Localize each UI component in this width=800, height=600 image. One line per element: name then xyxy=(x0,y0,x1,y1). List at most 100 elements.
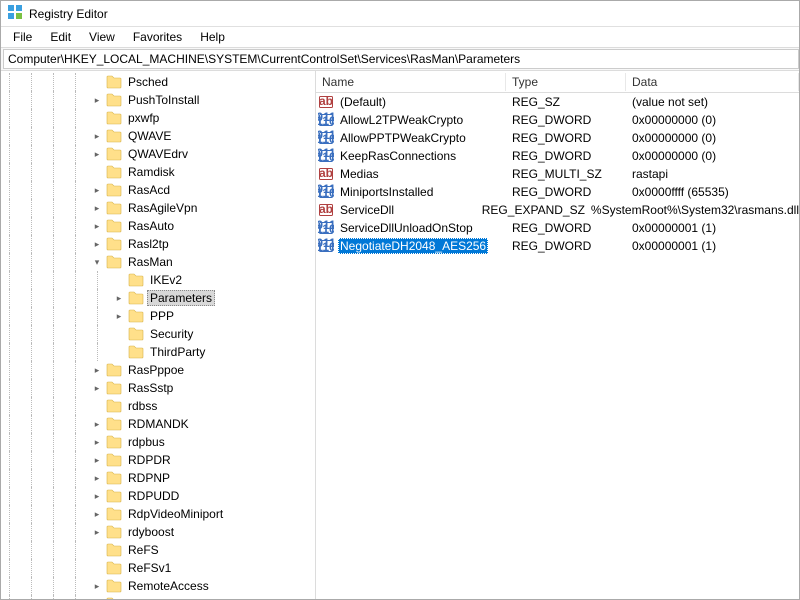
tree-node-label: Ramdisk xyxy=(125,164,178,180)
window-title: Registry Editor xyxy=(29,7,108,21)
folder-icon xyxy=(106,579,122,593)
tree-node[interactable]: ReFSv1 xyxy=(3,559,315,577)
tree-node-label: RasSstp xyxy=(125,380,176,396)
tree-node[interactable]: ▸PPP xyxy=(3,307,315,325)
folder-icon xyxy=(106,93,122,107)
tree-node[interactable]: ▸rdpbus xyxy=(3,433,315,451)
expand-icon[interactable]: ▸ xyxy=(91,131,103,142)
tree-pane[interactable]: Psched▸PushToInstallpxwfp▸QWAVE▸QWAVEdrv… xyxy=(1,71,316,599)
menu-view[interactable]: View xyxy=(81,28,123,46)
expand-icon[interactable]: ▸ xyxy=(91,419,103,430)
value-name: MiniportsInstalled xyxy=(338,184,435,200)
tree-node[interactable]: rdbss xyxy=(3,397,315,415)
value-row[interactable]: abServiceDllREG_EXPAND_SZ%SystemRoot%\Sy… xyxy=(316,201,799,219)
tree-node[interactable]: Ramdisk xyxy=(3,163,315,181)
value-row[interactable]: 011110AllowL2TPWeakCryptoREG_DWORD0x0000… xyxy=(316,111,799,129)
col-header-name[interactable]: Name xyxy=(316,73,506,91)
value-type: REG_MULTI_SZ xyxy=(506,167,626,181)
expand-icon[interactable]: ▸ xyxy=(91,185,103,196)
tree-node[interactable]: ▸ RasAuto xyxy=(3,217,315,235)
string-value-icon: ab xyxy=(318,202,334,218)
svg-text:110: 110 xyxy=(318,240,334,254)
value-row[interactable]: 011110ServiceDllUnloadOnStopREG_DWORD0x0… xyxy=(316,219,799,237)
tree-node[interactable]: Security xyxy=(3,325,315,343)
expand-icon[interactable]: ▸ xyxy=(91,527,103,538)
value-row[interactable]: 011110KeepRasConnectionsREG_DWORD0x00000… xyxy=(316,147,799,165)
tree-node-label: RasAuto xyxy=(125,218,177,234)
expand-icon[interactable]: ▸ xyxy=(91,383,103,394)
value-row[interactable]: 011110MiniportsInstalledREG_DWORD0x0000f… xyxy=(316,183,799,201)
tree-node[interactable]: ▸RDMANDK xyxy=(3,415,315,433)
address-input[interactable] xyxy=(3,49,799,69)
folder-icon xyxy=(106,111,122,125)
folder-icon xyxy=(106,129,122,143)
value-row[interactable]: abMediasREG_MULTI_SZrastapi xyxy=(316,165,799,183)
expand-icon[interactable]: ▸ xyxy=(91,581,103,592)
folder-icon xyxy=(106,435,122,449)
tree-node[interactable]: ▸ RDPUDD xyxy=(3,487,315,505)
tree-node[interactable]: Psched xyxy=(3,73,315,91)
tree-node-label: rdbss xyxy=(125,398,160,414)
folder-icon xyxy=(106,399,122,413)
value-type: REG_SZ xyxy=(506,95,626,109)
tree-node[interactable]: ThirdParty xyxy=(3,343,315,361)
col-header-type[interactable]: Type xyxy=(506,73,626,91)
menu-help[interactable]: Help xyxy=(192,28,233,46)
tree-node[interactable]: ▸Rasl2tp xyxy=(3,235,315,253)
tree-node[interactable]: pxwfp xyxy=(3,109,315,127)
menu-favorites[interactable]: Favorites xyxy=(125,28,190,46)
menu-file[interactable]: File xyxy=(5,28,40,46)
tree-node[interactable]: ▸RasAcd xyxy=(3,181,315,199)
expand-icon[interactable]: ▸ xyxy=(91,221,103,232)
tree-node[interactable]: ▸RDPDR xyxy=(3,451,315,469)
svg-text:110: 110 xyxy=(318,186,334,200)
expand-icon[interactable]: ▸ xyxy=(91,473,103,484)
tree-node[interactable]: ▸ PushToInstall xyxy=(3,91,315,109)
tree-node[interactable]: ReFS xyxy=(3,541,315,559)
expand-icon[interactable]: ▾ xyxy=(91,257,103,268)
folder-icon xyxy=(106,255,122,269)
tree-node[interactable]: ▸Parameters xyxy=(3,289,315,307)
expand-icon[interactable]: ▸ xyxy=(91,491,103,502)
expand-icon[interactable]: ▸ xyxy=(113,311,125,322)
folder-icon xyxy=(128,345,144,359)
tree-node[interactable]: ▸RemoteAccess xyxy=(3,577,315,595)
menu-edit[interactable]: Edit xyxy=(42,28,79,46)
svg-text:110: 110 xyxy=(318,150,334,164)
tree-node[interactable]: ▸RemoteRegistry xyxy=(3,595,315,599)
expand-icon[interactable]: ▸ xyxy=(91,365,103,376)
tree-node-label: PushToInstall xyxy=(125,92,202,108)
tree-node[interactable]: ▸rdyboost xyxy=(3,523,315,541)
expand-icon[interactable]: ▸ xyxy=(91,437,103,448)
tree-node-label: RDPUDD xyxy=(125,488,182,504)
expand-icon[interactable]: ▸ xyxy=(91,239,103,250)
expand-icon[interactable]: ▸ xyxy=(113,293,125,304)
col-header-data[interactable]: Data xyxy=(626,73,799,91)
tree-node[interactable]: ▸ QWAVEdrv xyxy=(3,145,315,163)
expand-icon[interactable]: ▸ xyxy=(91,509,103,520)
list-pane[interactable]: Name Type Data ab(Default)REG_SZ(value n… xyxy=(316,71,799,599)
value-type: REG_DWORD xyxy=(506,113,626,127)
value-row[interactable]: 011110AllowPPTPWeakCryptoREG_DWORD0x0000… xyxy=(316,129,799,147)
tree-node-label: RasPppoe xyxy=(125,362,187,378)
value-row[interactable]: ab(Default)REG_SZ(value not set) xyxy=(316,93,799,111)
tree-node[interactable]: ▸RasAgileVpn xyxy=(3,199,315,217)
tree-node[interactable]: IKEv2 xyxy=(3,271,315,289)
tree-node[interactable]: ▸RDPNP xyxy=(3,469,315,487)
expand-icon[interactable]: ▸ xyxy=(91,95,103,106)
folder-icon xyxy=(106,147,122,161)
folder-icon xyxy=(106,75,122,89)
value-row[interactable]: 011110NegotiateDH2048_AES256REG_DWORD0x0… xyxy=(316,237,799,255)
tree-node-label: QWAVEdrv xyxy=(125,146,191,162)
expand-icon[interactable]: ▸ xyxy=(91,149,103,160)
tree-node[interactable]: ▸ RasSstp xyxy=(3,379,315,397)
value-data: 0x00000000 (0) xyxy=(626,149,799,163)
expand-icon[interactable]: ▸ xyxy=(91,203,103,214)
tree-node[interactable]: ▸QWAVE xyxy=(3,127,315,145)
titlebar: Registry Editor xyxy=(1,1,799,27)
tree-node[interactable]: ▸RdpVideoMiniport xyxy=(3,505,315,523)
tree-node[interactable]: ▾RasMan xyxy=(3,253,315,271)
tree-node[interactable]: ▸ RasPppoe xyxy=(3,361,315,379)
expand-icon[interactable]: ▸ xyxy=(91,599,103,600)
expand-icon[interactable]: ▸ xyxy=(91,455,103,466)
